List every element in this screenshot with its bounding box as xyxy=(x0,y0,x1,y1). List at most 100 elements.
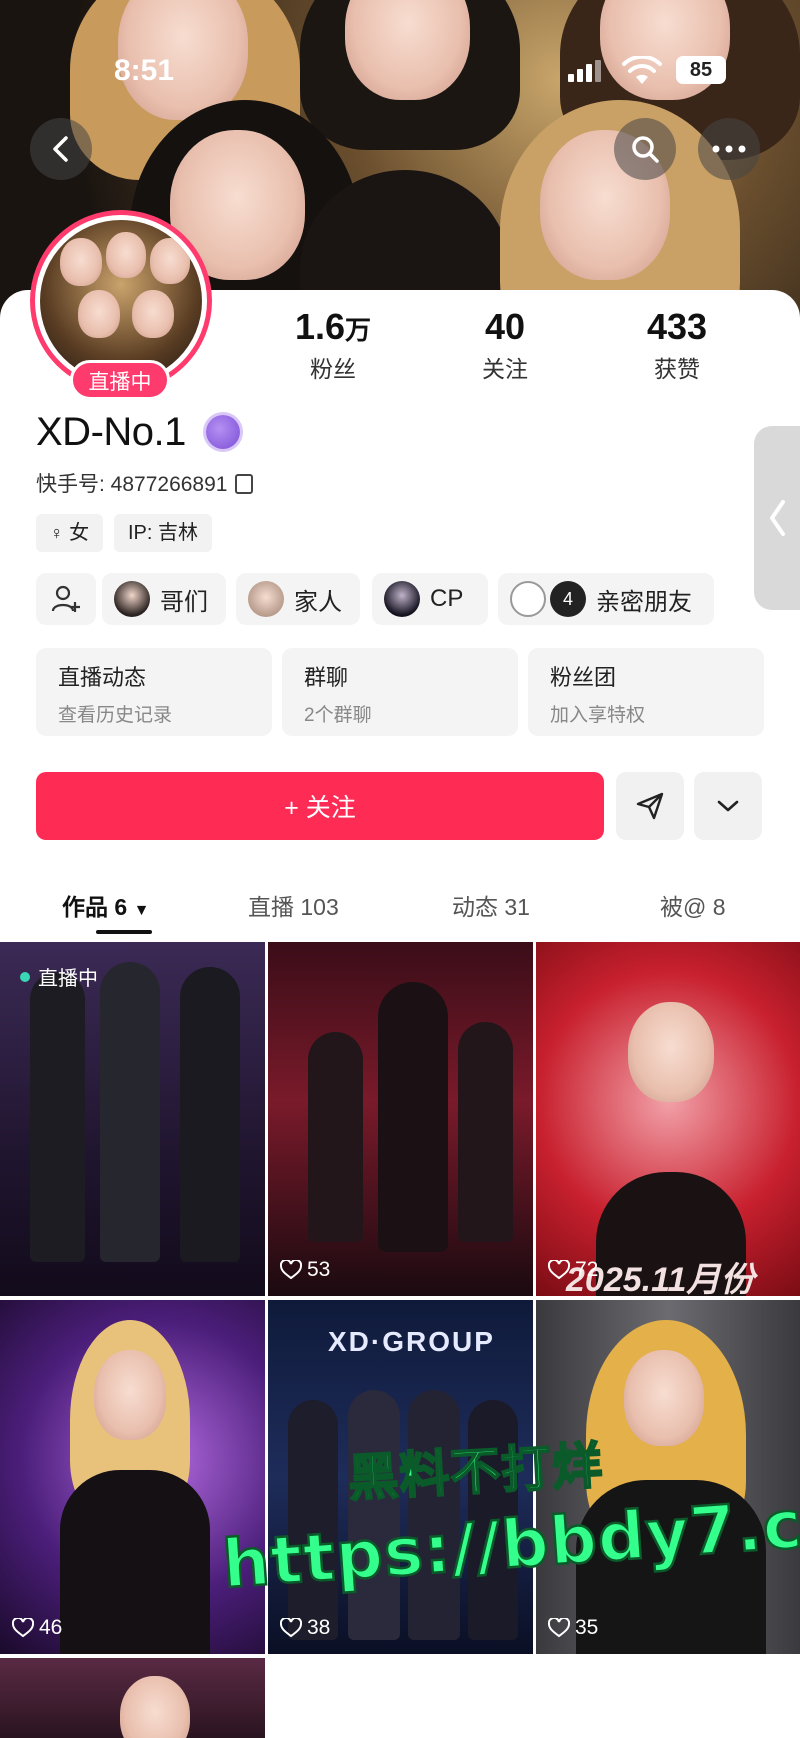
relation-chip-close-friends[interactable]: 4 亲密朋友 xyxy=(498,573,714,625)
video-figure xyxy=(308,1032,363,1242)
stat-followers[interactable]: 1.6万 粉丝 xyxy=(268,306,398,384)
chevron-down-icon xyxy=(717,800,739,812)
like-count-value: 53 xyxy=(307,1258,331,1281)
avatar-figure xyxy=(78,290,120,338)
tab-mentions[interactable]: 被@ 8 xyxy=(660,888,726,922)
kuaishou-id-text: 快手号: 4877266891 xyxy=(36,473,228,496)
heart-icon xyxy=(548,1260,570,1280)
tab-works[interactable]: 作品 6 ▼ xyxy=(62,888,149,922)
like-count-value: 46 xyxy=(39,1616,63,1639)
username: XD-No.1 xyxy=(36,410,186,454)
chevron-left-icon xyxy=(770,500,785,536)
video-figure xyxy=(458,1022,513,1242)
stat-label: 粉丝 xyxy=(310,356,356,382)
relation-label: 亲密朋友 xyxy=(596,588,692,616)
grid-item-3[interactable]: 2025.11月份 72 xyxy=(536,942,800,1296)
tab-moments[interactable]: 动态 31 xyxy=(452,888,530,922)
box-title: 群聊 xyxy=(304,665,349,690)
message-button[interactable] xyxy=(616,772,684,840)
like-count-value: 72 xyxy=(575,1258,599,1281)
tab-label: 作品 6 xyxy=(62,894,128,920)
box-title: 粉丝团 xyxy=(550,665,617,690)
relation-avatar xyxy=(114,581,150,617)
stat-value: 1.6 xyxy=(294,306,346,347)
more-options-button[interactable] xyxy=(694,772,762,840)
watermark-text: 黑料不打烊 xyxy=(346,1436,606,1507)
wifi-icon xyxy=(622,56,662,84)
verified-badge-icon[interactable] xyxy=(206,415,240,449)
stat-likes[interactable]: 433 获赞 xyxy=(612,306,742,384)
group-chat-box[interactable]: 群聊 2个群聊 xyxy=(282,648,518,736)
box-subtitle: 查看历史记录 xyxy=(58,705,173,726)
video-figure xyxy=(378,982,448,1252)
relation-chip-brothers[interactable]: 哥们 xyxy=(102,573,226,625)
live-status-badge[interactable]: 直播中 xyxy=(70,360,170,400)
video-figure xyxy=(94,1350,166,1440)
like-count: 38 xyxy=(280,1616,330,1640)
avatar-figure xyxy=(60,238,102,286)
more-button[interactable] xyxy=(698,118,760,180)
relation-count: 4 xyxy=(550,581,586,617)
live-badge-label: 直播中 xyxy=(38,968,98,990)
add-user-icon xyxy=(51,585,80,612)
stat-label: 关注 xyxy=(482,356,528,382)
more-icon xyxy=(712,145,746,153)
video-caption: XD·GROUP xyxy=(328,1326,495,1357)
box-subtitle: 2个群聊 xyxy=(304,705,372,726)
search-button[interactable] xyxy=(614,118,676,180)
like-count-value: 35 xyxy=(575,1616,599,1639)
status-bar: 8:51 85 xyxy=(0,50,800,90)
status-time: 8:51 xyxy=(114,54,175,87)
side-drawer-handle[interactable] xyxy=(754,426,800,610)
stat-value: 40 xyxy=(484,306,526,347)
live-badge: 直播中 xyxy=(20,962,98,991)
grid-item-2[interactable]: 53 xyxy=(268,942,533,1296)
grid-item-1[interactable]: 直播中 xyxy=(0,942,265,1296)
box-subtitle: 加入享特权 xyxy=(550,705,646,726)
relation-avatar xyxy=(248,581,284,617)
search-icon xyxy=(632,136,659,163)
video-figure xyxy=(60,1470,210,1654)
heart-icon xyxy=(280,1260,302,1280)
back-button[interactable] xyxy=(30,118,92,180)
follow-button[interactable]: + 关注 xyxy=(36,772,604,840)
like-count: 46 xyxy=(12,1616,62,1640)
avatar-figure xyxy=(150,238,190,284)
add-relation-button[interactable] xyxy=(36,573,96,625)
video-figure xyxy=(628,1002,714,1102)
heart-icon xyxy=(12,1618,34,1638)
like-count: 53 xyxy=(280,1258,330,1282)
relation-label: 家人 xyxy=(294,588,342,616)
stat-value: 433 xyxy=(646,306,708,347)
kuaishou-id[interactable]: 快手号: 4877266891 xyxy=(36,468,254,498)
battery-indicator: 85 xyxy=(676,56,726,84)
send-icon xyxy=(636,792,664,820)
copy-icon[interactable] xyxy=(235,474,254,494)
relation-chip-family[interactable]: 家人 xyxy=(236,573,360,625)
stat-label: 获赞 xyxy=(654,356,700,382)
relation-label: 哥们 xyxy=(160,588,208,616)
female-icon: ♀ xyxy=(50,523,64,543)
chevron-left-icon xyxy=(53,136,68,162)
video-figure xyxy=(624,1350,704,1446)
relation-label: CP xyxy=(430,585,464,612)
fan-club-box[interactable]: 粉丝团 加入享特权 xyxy=(528,648,764,736)
box-title: 直播动态 xyxy=(58,665,147,690)
video-figure xyxy=(180,967,240,1262)
heart-icon xyxy=(548,1618,570,1638)
signal-icon xyxy=(568,60,602,82)
gender-tag: ♀ 女 xyxy=(36,514,104,552)
live-history-box[interactable]: 直播动态 查看历史记录 xyxy=(36,648,272,736)
avatar-figure xyxy=(132,290,174,338)
video-figure xyxy=(120,1676,190,1738)
like-count: 72 xyxy=(548,1258,598,1282)
grid-item-7[interactable] xyxy=(0,1658,265,1738)
avatar-image xyxy=(40,220,202,382)
caret-down-icon: ▼ xyxy=(133,902,150,919)
ip-tag: IP: 吉林 xyxy=(114,514,213,552)
stat-following[interactable]: 40 关注 xyxy=(440,306,570,384)
relation-chip-cp[interactable]: CP xyxy=(372,573,488,625)
relation-avatar xyxy=(384,581,420,617)
video-figure xyxy=(100,962,160,1262)
tab-live[interactable]: 直播 103 xyxy=(248,888,339,922)
